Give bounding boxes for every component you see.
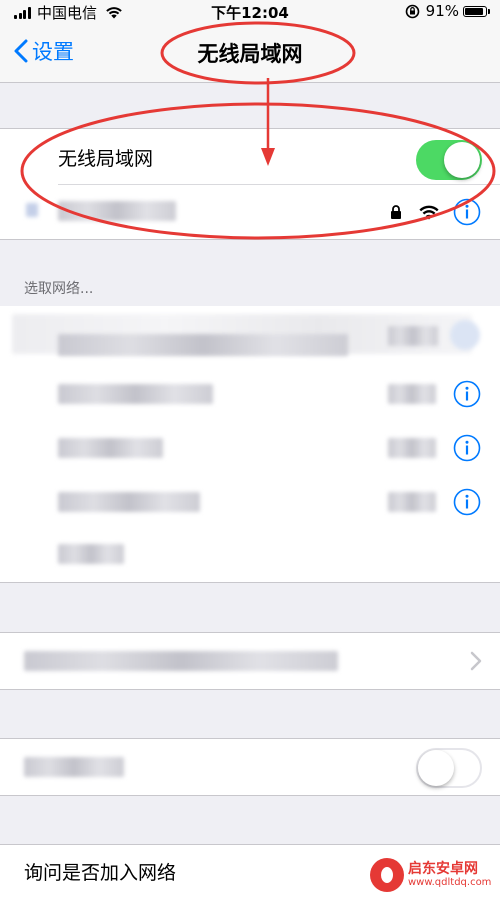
network-name-blur bbox=[58, 492, 200, 512]
info-icon[interactable] bbox=[453, 198, 481, 226]
network-row[interactable] bbox=[0, 306, 500, 366]
battery-percent: 91% bbox=[425, 2, 459, 20]
orientation-lock-icon bbox=[405, 4, 419, 18]
toggle-setting-label-blur bbox=[24, 757, 124, 777]
watermark: 启东安卓网 www.qdltdq.com bbox=[360, 849, 500, 901]
other-network-row[interactable] bbox=[0, 528, 500, 582]
ask-to-join-label[interactable]: 询问是否加入网络 bbox=[24, 858, 176, 885]
chevron-right-icon bbox=[470, 651, 482, 671]
setting-row[interactable] bbox=[0, 633, 500, 689]
info-icon[interactable] bbox=[453, 380, 481, 408]
connected-network-name-blur bbox=[58, 201, 176, 221]
status-bar: 中国电信 下午12:04 91% bbox=[0, 0, 500, 24]
wifi-signal-icon bbox=[419, 205, 439, 220]
wifi-toggle-switch[interactable] bbox=[416, 140, 482, 180]
lock-icon bbox=[391, 205, 401, 219]
choose-network-header: 选取网络... bbox=[24, 281, 94, 297]
page-title: 无线局域网 bbox=[197, 42, 303, 66]
network-list bbox=[0, 306, 500, 583]
toggle-setting-group bbox=[0, 738, 500, 796]
network-name-blur bbox=[58, 438, 163, 458]
toggle-setting-row bbox=[0, 739, 500, 795]
watermark-url: www.qdltdq.com bbox=[408, 877, 492, 888]
navigation-bar: 设置 无线局域网 bbox=[0, 24, 500, 83]
info-icon[interactable] bbox=[453, 434, 481, 462]
watermark-logo-icon bbox=[370, 858, 404, 892]
network-meta-blur bbox=[388, 492, 436, 512]
network-name-blur bbox=[58, 334, 348, 356]
network-name-blur bbox=[58, 384, 213, 404]
connected-network-row[interactable] bbox=[0, 185, 500, 241]
network-row[interactable] bbox=[0, 366, 500, 420]
wifi-toggle-group: 无线局域网 bbox=[0, 128, 500, 240]
network-info-blur bbox=[450, 320, 480, 350]
network-row[interactable] bbox=[0, 474, 500, 528]
connected-network-name bbox=[26, 203, 38, 217]
watermark-name: 启东安卓网 bbox=[408, 861, 478, 877]
info-icon[interactable] bbox=[453, 488, 481, 516]
network-meta-blur bbox=[388, 384, 436, 404]
toggle-setting-switch[interactable] bbox=[416, 748, 482, 788]
setting-label-blur bbox=[24, 651, 338, 671]
battery-icon bbox=[463, 5, 490, 17]
other-network-blur bbox=[58, 544, 124, 564]
wifi-toggle-row: 无线局域网 bbox=[0, 129, 500, 185]
wifi-settings-screen: 中国电信 下午12:04 91% 设置 无线局域网 无线局域网 选取网络... … bbox=[0, 0, 500, 901]
wifi-toggle-label: 无线局域网 bbox=[58, 148, 154, 170]
status-right: 91% bbox=[405, 2, 490, 20]
network-meta-blur bbox=[388, 438, 436, 458]
network-meta-blur bbox=[388, 326, 438, 346]
setting-row-group bbox=[0, 632, 500, 690]
network-row[interactable] bbox=[0, 420, 500, 474]
